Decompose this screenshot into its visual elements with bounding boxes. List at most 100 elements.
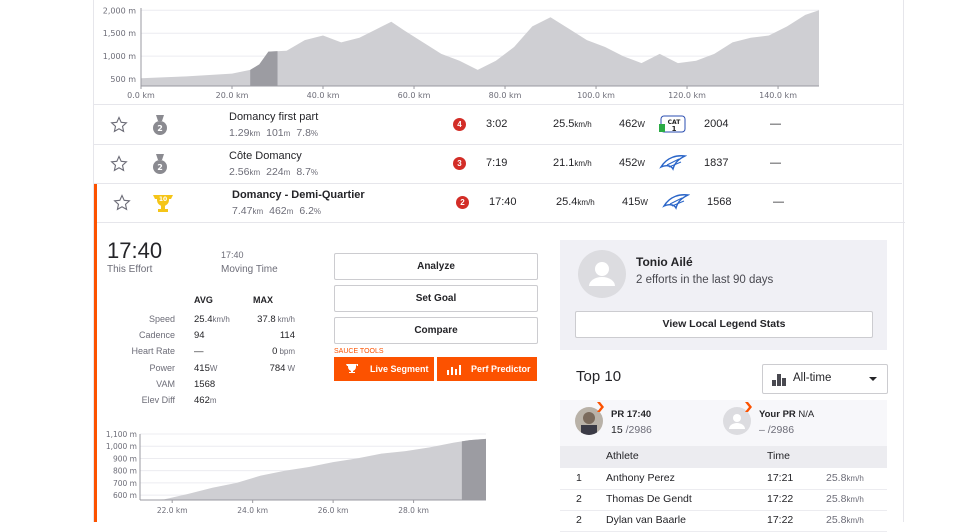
- effort-accent-bar: [94, 185, 97, 522]
- leaderboard-row[interactable]: 2 Thomas De Gendt 17:22 25.8km/h: [560, 489, 887, 511]
- power-value: 415: [622, 196, 641, 208]
- segment-name[interactable]: Domancy first part: [229, 111, 318, 123]
- unit: W: [637, 159, 645, 168]
- lb-athlete[interactable]: Anthony Perez: [606, 472, 675, 484]
- segment-name[interactable]: Côte Domancy: [229, 150, 302, 162]
- legend-name: Tonio Ailé: [636, 255, 693, 269]
- unit: W: [287, 363, 295, 373]
- segment-row[interactable]: 2 Côte Domancy 2.56km 224m 8.7% 3 7:19 21.1km/h…: [94, 145, 902, 184]
- unit: km/h: [577, 198, 595, 207]
- lb-time: 17:21: [767, 472, 794, 484]
- star-icon[interactable]: [110, 116, 128, 134]
- unit: km/h: [212, 315, 230, 324]
- x-tick-label: 60.0 km: [398, 91, 431, 100]
- segment-elev: 101: [266, 127, 284, 139]
- moving-time-value: 17:40: [221, 250, 244, 260]
- stat-label: Cadence: [138, 330, 175, 341]
- pr-rank-line: 15 /2986: [611, 424, 652, 436]
- speed-value: 21.1: [553, 157, 575, 169]
- segment-elevation-chart[interactable]: 1,100 m 1,000 m 900 m 800 m 700 m 600 m 22.0 k…: [100, 428, 490, 522]
- segment-speed: 21.1km/h: [553, 157, 592, 169]
- stat-avg-value: 415: [194, 362, 210, 374]
- col-athlete: Athlete: [606, 450, 639, 462]
- stat-avg: 25.4km/h: [194, 314, 230, 325]
- x-tick-label: 24.0 km: [237, 506, 268, 515]
- stat-avg-value: —: [194, 346, 204, 358]
- stat-max: 0 bpm: [235, 346, 295, 357]
- leaderboard-filter-select[interactable]: All-time: [762, 364, 888, 394]
- segment-stats: 2.56km 224m 8.7%: [229, 166, 318, 178]
- effort-time: 17:40: [107, 238, 163, 263]
- your-pr-line: Your PR N/A: [759, 409, 814, 420]
- svg-text:1: 1: [672, 125, 677, 133]
- col-time: Time: [767, 450, 790, 462]
- stat-avg-value: 462: [194, 395, 210, 406]
- stat-label: Power: [149, 362, 175, 373]
- segment-power: 462W: [619, 118, 645, 130]
- segment-stats: 7.47km 462m 6.2%: [232, 205, 321, 217]
- y-tick-label: 900 m: [113, 454, 137, 463]
- lb-speed-value: 25.8: [826, 472, 847, 484]
- speed-value: 25.4: [556, 196, 578, 208]
- lb-athlete[interactable]: Dylan van Baarle: [606, 514, 686, 526]
- leaderboard-row[interactable]: 2 Dylan van Baarle 17:22 25.8km/h: [560, 510, 887, 532]
- segment-row[interactable]: 2 Domancy first part 1.29km 101m 7.8% 4 3:02 25…: [94, 106, 902, 145]
- segment-row[interactable]: 10 Domancy - Demi-Quartier 7.47km 462m 6.2% 2…: [94, 184, 905, 223]
- stat-max-value: 37.8: [257, 314, 276, 325]
- elevation-chart[interactable]: 2,000 m 1,500 m 1,000 m 500 m 0.0 km 20.0 km 4…: [94, 0, 824, 104]
- unit: W: [209, 363, 218, 373]
- compare-button[interactable]: Compare: [334, 317, 538, 344]
- segment-grade: 7.8: [296, 127, 311, 139]
- unit: km/h: [846, 474, 864, 483]
- medal-icon: 2: [153, 154, 167, 174]
- segment-elev: 462: [269, 205, 287, 217]
- pr-label: PR 17:40: [611, 409, 652, 420]
- filter-value: All-time: [793, 372, 832, 384]
- y-tick-label: 1,100 m: [106, 430, 137, 439]
- segment-score: 2004: [704, 118, 729, 130]
- unit: km: [252, 207, 264, 216]
- rank-badge: 4: [453, 118, 466, 131]
- live-segment-button[interactable]: Live Segment: [334, 357, 434, 381]
- set-goal-button[interactable]: Set Goal: [334, 285, 538, 312]
- x-tick-label: 120.0 km: [668, 91, 706, 100]
- lb-athlete[interactable]: Thomas De Gendt: [606, 493, 692, 505]
- y-tick-label: 800 m: [113, 467, 137, 476]
- bar-chart-icon: [447, 365, 461, 375]
- rank-badge: 3: [453, 157, 466, 170]
- unit: km: [249, 129, 261, 138]
- star-icon[interactable]: [113, 194, 131, 212]
- segment-profile: [140, 438, 486, 500]
- lb-rank: 2: [576, 514, 582, 526]
- segment-name[interactable]: Domancy - Demi-Quartier: [232, 189, 365, 201]
- segment-dist: 2.56: [229, 166, 250, 178]
- unit: km/h: [574, 159, 592, 168]
- legend-efforts: 2 efforts in the last 90 days: [636, 274, 774, 286]
- stats-col-max: MAX: [253, 295, 273, 305]
- pr-rank: 15: [611, 424, 623, 436]
- view-local-legend-button[interactable]: View Local Legend Stats: [575, 311, 873, 338]
- stat-max-value: 0: [272, 346, 278, 358]
- unit: W: [637, 120, 645, 129]
- segment-stats: 1.29km 101m 7.8%: [229, 127, 318, 139]
- wing-icon: [659, 153, 688, 178]
- analyze-button[interactable]: Analyze: [334, 253, 538, 280]
- lb-speed: 25.8km/h: [826, 514, 864, 526]
- your-total: /2986: [767, 424, 795, 436]
- star-icon[interactable]: [110, 155, 128, 173]
- stat-label: VAM: [156, 378, 175, 389]
- category-badge-icon: CAT1: [659, 115, 686, 133]
- elevation-profile: [141, 10, 819, 86]
- stats-col-avg: AVG: [194, 295, 213, 305]
- leaderboard-row[interactable]: 1 Anthony Perez 17:21 25.8km/h: [560, 468, 887, 490]
- segment-time: 7:19: [486, 157, 508, 169]
- perf-predictor-button[interactable]: Perf Predictor: [437, 357, 537, 381]
- your-rank: –: [759, 424, 765, 436]
- x-tick-label: 20.0 km: [216, 91, 249, 100]
- unit: bpm: [279, 347, 295, 357]
- lb-speed-value: 25.8: [826, 514, 847, 526]
- wing-icon: [662, 194, 691, 210]
- top10-trophy-icon: 10: [153, 195, 173, 212]
- lb-time: 17:22: [767, 493, 794, 505]
- leaderboard-header: Athlete Time: [560, 446, 887, 468]
